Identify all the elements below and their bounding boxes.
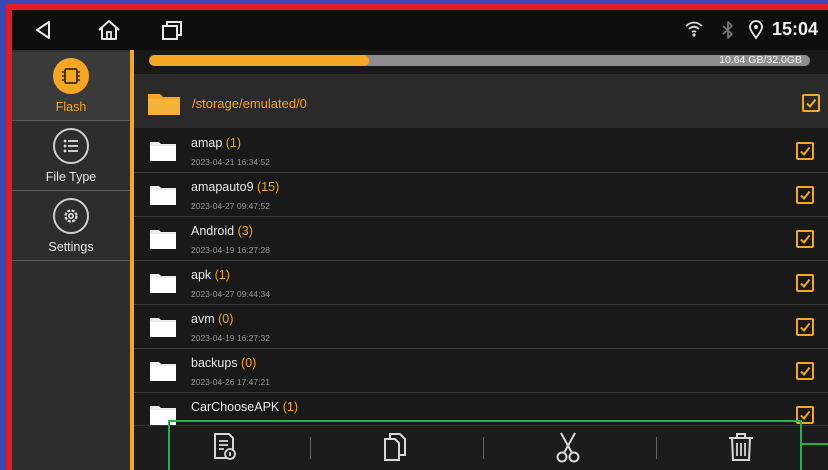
file-name: avm (0) (191, 312, 233, 326)
storage-usage-fill (149, 55, 369, 66)
status-bar: 15:04 (12, 10, 828, 50)
list-item[interactable]: avm (0) 2023-04-19 16:27:32 (134, 305, 828, 349)
toolbar-separator (656, 437, 657, 459)
toolbar-separator (483, 437, 484, 459)
file-name: Android (3) (191, 224, 253, 238)
sidebar-item-label: File Type (45, 170, 97, 184)
folder-icon (150, 229, 176, 254)
current-path-row[interactable]: /storage/emulated/0 (134, 74, 828, 128)
item-count: (0) (218, 312, 234, 326)
folder-icon (150, 141, 176, 166)
folder-icon (150, 361, 176, 386)
item-count: (0) (241, 356, 257, 370)
bluetooth-icon (720, 20, 736, 40)
sidebar: Flash File Type Settings (12, 50, 134, 470)
delete-icon[interactable] (724, 430, 758, 464)
file-date: 2023-04-19 16:27:28 (191, 245, 270, 255)
file-date: 2023-04-21 16:34:52 (191, 157, 270, 167)
list-item[interactable]: amapauto9 (15) 2023-04-27 09:47:52 (134, 173, 828, 217)
file-name: amapauto9 (15) (191, 180, 279, 194)
file-name: amap (1) (191, 136, 241, 150)
item-checkbox[interactable] (796, 274, 814, 292)
sidebar-item-settings[interactable]: Settings (12, 192, 130, 260)
file-info-icon[interactable] (207, 430, 241, 464)
sidebar-item-flash[interactable]: Flash (12, 52, 130, 120)
current-path: /storage/emulated/0 (192, 96, 307, 111)
list-item[interactable]: apk (1) 2023-04-27 09:44:34 (134, 261, 828, 305)
file-name-text: amap (191, 136, 223, 150)
storage-usage-bar: 10.64 GB/32.0GB (149, 55, 810, 66)
file-date: 2023-04-26 17:47:21 (191, 377, 270, 387)
storage-usage-text: 10.64 GB/32.0GB (719, 55, 802, 66)
back-icon[interactable] (30, 18, 56, 42)
sidebar-item-label: Settings (48, 240, 94, 254)
screen: 15:04 Flash File Type Settings 10.64 GB/… (12, 10, 828, 470)
home-icon[interactable] (96, 18, 122, 42)
gear-icon (53, 198, 89, 234)
file-name-text: Android (191, 224, 235, 238)
copy-icon[interactable] (378, 430, 412, 464)
list-icon (53, 128, 89, 164)
cut-icon[interactable] (551, 430, 585, 464)
item-count: (1) (214, 268, 230, 282)
sidebar-divider (12, 120, 130, 121)
wifi-icon (684, 20, 704, 38)
sidebar-divider (12, 190, 130, 191)
file-name-text: avm (191, 312, 215, 326)
list-item[interactable]: amap (1) 2023-04-21 16:34:52 (134, 129, 828, 173)
folder-open-icon (148, 91, 180, 120)
item-count: (15) (257, 180, 280, 194)
toolbar-highlight-box (168, 420, 802, 470)
file-name: apk (1) (191, 268, 230, 282)
item-checkbox[interactable] (796, 318, 814, 336)
file-date: 2023-04-27 09:47:52 (191, 201, 270, 211)
file-browser: 10.64 GB/32.0GB /storage/emulated/0 amap… (134, 50, 828, 470)
item-count: (3) (237, 224, 253, 238)
sidebar-item-label: Flash (55, 100, 87, 114)
status-time: 15:04 (771, 19, 818, 39)
item-count: (1) (282, 400, 299, 414)
sidebar-item-file-type[interactable]: File Type (12, 122, 130, 190)
select-all-checkbox[interactable] (802, 94, 820, 112)
toolbar-separator (310, 437, 311, 459)
recents-icon[interactable] (159, 18, 185, 42)
action-toolbar (134, 420, 828, 470)
sidebar-divider (12, 260, 130, 261)
item-checkbox[interactable] (796, 186, 814, 204)
highlight-connector (802, 443, 828, 445)
folder-icon (150, 273, 176, 298)
item-checkbox[interactable] (796, 362, 814, 380)
chip-icon (53, 58, 89, 94)
list-item[interactable]: backups (0) 2023-04-26 17:47:21 (134, 349, 828, 393)
item-checkbox[interactable] (796, 230, 814, 248)
item-count: (1) (225, 136, 242, 150)
folder-icon (150, 185, 176, 210)
file-name-text: CarChooseAPK (191, 400, 280, 414)
location-icon (748, 20, 764, 40)
file-date: 2023-04-27 09:44:34 (191, 289, 270, 299)
file-name: CarChooseAPK (1) (191, 400, 298, 414)
file-date: 2023-04-19 16:27:32 (191, 333, 270, 343)
file-name-text: amapauto9 (191, 180, 254, 194)
file-name-text: apk (191, 268, 212, 282)
file-list: amap (1) 2023-04-21 16:34:52 amapauto9 (15… (134, 129, 828, 425)
item-checkbox[interactable] (796, 142, 814, 160)
folder-icon (150, 317, 176, 342)
list-item[interactable]: Android (3) 2023-04-19 16:27:28 (134, 217, 828, 261)
file-name: backups (0) (191, 356, 256, 370)
file-name-text: backups (191, 356, 238, 370)
